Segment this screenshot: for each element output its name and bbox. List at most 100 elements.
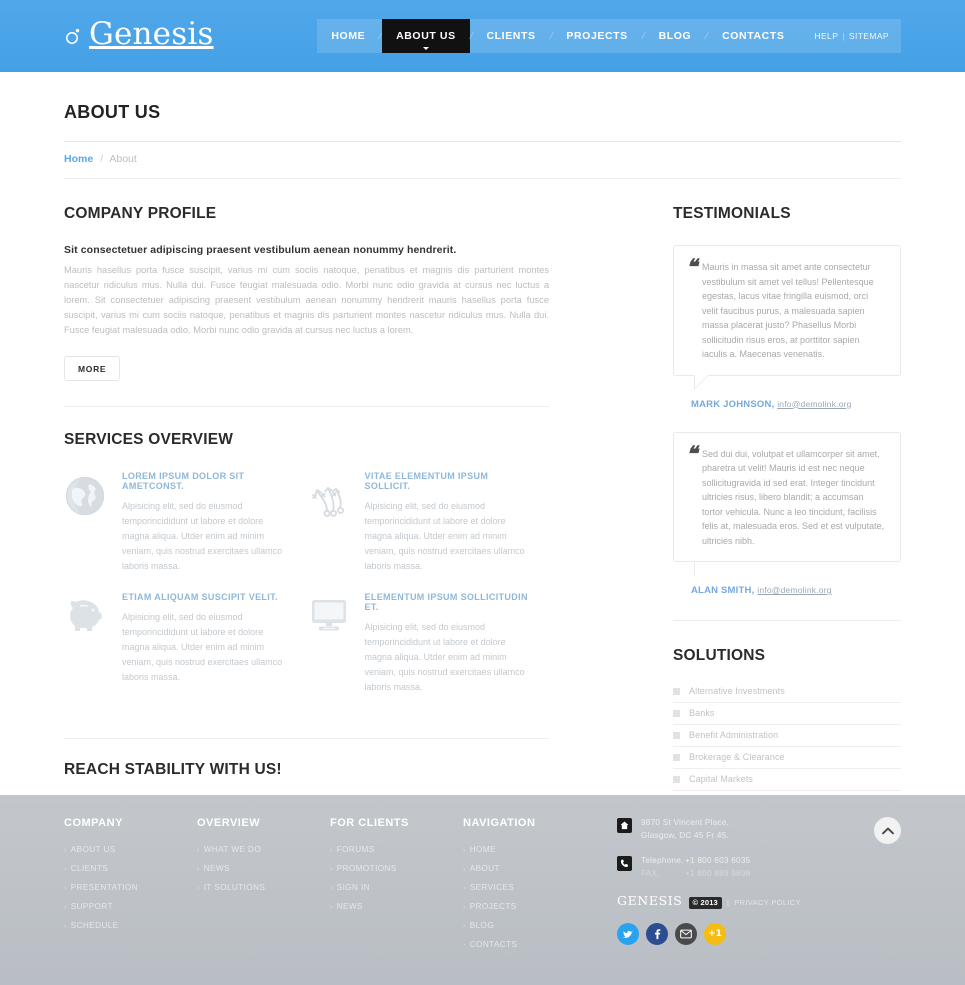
quote-mark-icon: ❝: [686, 254, 697, 279]
nav-item-clients[interactable]: CLIENTS: [472, 19, 549, 53]
arrow-right-icon: ›: [64, 866, 67, 873]
footer-link-label: PROMOTIONS: [336, 864, 397, 873]
solutions-item[interactable]: Alternative Investments: [673, 681, 901, 703]
footer-link-label: WHAT WE DO: [203, 845, 262, 854]
footer-link-about[interactable]: › ABOUT: [463, 864, 613, 873]
testimonial-text: Sed dui dui, volutpat et ullamcorper sit…: [702, 448, 885, 546]
footer-link-forums[interactable]: › FORUMS: [330, 845, 463, 854]
testimonial-author-name[interactable]: ALAN SMITH,: [691, 585, 754, 596]
square-bullet-icon: [673, 775, 680, 783]
footer-link-label: ABOUT US: [70, 845, 116, 854]
arrow-right-icon: ›: [463, 942, 466, 949]
arrow-right-icon: ›: [197, 885, 200, 892]
nav-item-contacts[interactable]: CONTACTS: [708, 19, 798, 53]
service-body: LOREM IPSUM DOLOR SIT AMETCONST. Alpisic…: [122, 471, 307, 574]
phone-icon: [617, 856, 632, 871]
breadcrumb-home[interactable]: Home: [64, 153, 93, 165]
company-profile-body: Mauris hasellus porta fusce suscipit, va…: [64, 265, 549, 335]
solutions-item-label: Capital Markets: [689, 774, 754, 784]
testimonial-author-email[interactable]: info@demolink.org: [757, 585, 831, 595]
solutions-item[interactable]: Brokerage & Clearance: [673, 747, 901, 769]
footer-link-schedule[interactable]: › SCHEDULE: [64, 921, 197, 930]
footer-link-label: NEWS: [336, 902, 363, 911]
testimonial-card: ❝ Sed dui dui, volutpat et ullamcorper s…: [673, 431, 901, 576]
nav-item-about-us[interactable]: ABOUT US: [382, 19, 470, 53]
footer-column-overview: OVERVIEW › WHAT WE DO › NEWS › IT SOLUTIONS: [197, 817, 330, 985]
mail-icon[interactable]: [675, 923, 697, 945]
strategy-arrows-icon: [307, 471, 365, 574]
footer-link-label: SIGN IN: [336, 883, 371, 892]
back-to-top-button[interactable]: [874, 817, 901, 844]
service-title-link[interactable]: ETIAM ALIQUAM SUSCIPIT VELIT.: [122, 592, 291, 602]
footer-link-clients[interactable]: › CLIENTS: [64, 864, 197, 873]
twitter-icon[interactable]: [617, 923, 639, 945]
footer-brand-name: GENESIS: [617, 893, 683, 908]
footer-link-what-we-do[interactable]: › WHAT WE DO: [197, 845, 330, 854]
arrow-right-icon: ›: [463, 904, 466, 911]
footer-link-projects[interactable]: › PROJECTS: [463, 902, 613, 911]
footer-link-label: FORUMS: [336, 845, 375, 854]
service-text: Alpisicing elit, sed do eiusmod temporin…: [364, 501, 525, 571]
square-bullet-icon: [673, 731, 680, 739]
footer-link-it-solutions[interactable]: › IT SOLUTIONS: [197, 883, 330, 892]
testimonials-heading: TESTIMONIALS: [673, 205, 791, 222]
nav-item-projects[interactable]: PROJECTS: [552, 19, 641, 53]
solutions-item[interactable]: Banks: [673, 703, 901, 725]
company-profile-more-button[interactable]: MORE: [64, 356, 121, 381]
logo-text: Genesis: [89, 16, 214, 52]
quote-mark-icon: ❝: [686, 440, 697, 466]
site-logo[interactable]: Genesis: [64, 17, 214, 51]
testimonial-author: ALAN SMITH, info@demolink.org: [691, 585, 901, 596]
testimonial-author-name[interactable]: MARK JOHNSON,: [691, 399, 774, 410]
section-divider: [64, 406, 549, 407]
arrow-right-icon: ›: [64, 904, 67, 911]
header-utility-links: HELP | SITEMAP: [798, 19, 901, 53]
solutions-item[interactable]: Capital Markets: [673, 769, 901, 791]
service-item: LOREM IPSUM DOLOR SIT AMETCONST. Alpisic…: [64, 471, 307, 574]
arrow-right-icon: ›: [64, 923, 67, 930]
service-title-link[interactable]: VITAE ELEMENTUM IPSUM SOLLICIT.: [365, 471, 534, 491]
footer-link-support[interactable]: › SUPPORT: [64, 902, 197, 911]
service-text: Alpisicing elit, sed do eiusmod temporin…: [122, 501, 283, 571]
site-header: Genesis HOME / ABOUT US / CLIENTS / PROJ…: [0, 0, 965, 72]
footer-column-title: OVERVIEW: [197, 817, 261, 829]
footer-link-label: HOME: [469, 845, 496, 854]
testimonial-author-email[interactable]: info@demolink.org: [777, 399, 851, 409]
footer-link-label: PROJECTS: [469, 902, 517, 911]
reach-heading: REACH STABILITY WITH US!: [64, 761, 282, 778]
footer-link-news[interactable]: › NEWS: [330, 902, 463, 911]
square-bullet-icon: [673, 687, 680, 695]
footer-link-home[interactable]: › HOME: [463, 845, 613, 854]
service-title-link[interactable]: LOREM IPSUM DOLOR SIT AMETCONST.: [122, 471, 291, 491]
sitemap-link[interactable]: SITEMAP: [849, 31, 889, 41]
monitor-icon: [307, 592, 365, 695]
company-profile-heading: COMPANY PROFILE: [64, 205, 217, 222]
telephone-label: Telephone.: [641, 856, 684, 865]
square-bullet-icon: [673, 753, 680, 761]
footer-column-for-clients: FOR CLIENTS › FORUMS › PROMOTIONS › SIGN IN…: [330, 817, 463, 985]
footer-link-news[interactable]: › NEWS: [197, 864, 330, 873]
solutions-heading: SOLUTIONS: [673, 647, 766, 664]
footer-link-contacts[interactable]: › CONTACTS: [463, 940, 613, 949]
arrow-right-icon: ›: [463, 885, 466, 892]
footer-link-blog[interactable]: › BLOG: [463, 921, 613, 930]
service-title-link[interactable]: ELEMENTUM IPSUM SOLLICITUDIN ET.: [365, 592, 534, 612]
google-plus-icon[interactable]: +1: [704, 923, 726, 945]
nav-item-home[interactable]: HOME: [317, 19, 379, 53]
nav-item-blog[interactable]: BLOG: [645, 19, 706, 53]
privacy-policy-link[interactable]: PRIVACY POLICY: [734, 898, 801, 907]
arrow-right-icon: ›: [64, 847, 67, 854]
footer-link-presentation[interactable]: › PRESENTATION: [64, 883, 197, 892]
footer-link-sign-in[interactable]: › SIGN IN: [330, 883, 463, 892]
footer-link-about-us[interactable]: › ABOUT US: [64, 845, 197, 854]
solutions-item[interactable]: Benefit Administration: [673, 725, 901, 747]
footer-link-services[interactable]: › SERVICES: [463, 883, 613, 892]
service-body: ELEMENTUM IPSUM SOLLICITUDIN ET. Alpisic…: [365, 592, 550, 695]
breadcrumb-separator: /: [100, 153, 104, 165]
solutions-item-label: Banks: [689, 708, 715, 718]
help-link[interactable]: HELP: [814, 31, 838, 41]
footer-link-promotions[interactable]: › PROMOTIONS: [330, 864, 463, 873]
facebook-icon[interactable]: [646, 923, 668, 945]
service-text: Alpisicing elit, sed do eiusmod temporin…: [364, 622, 525, 692]
util-separator: |: [842, 31, 845, 41]
